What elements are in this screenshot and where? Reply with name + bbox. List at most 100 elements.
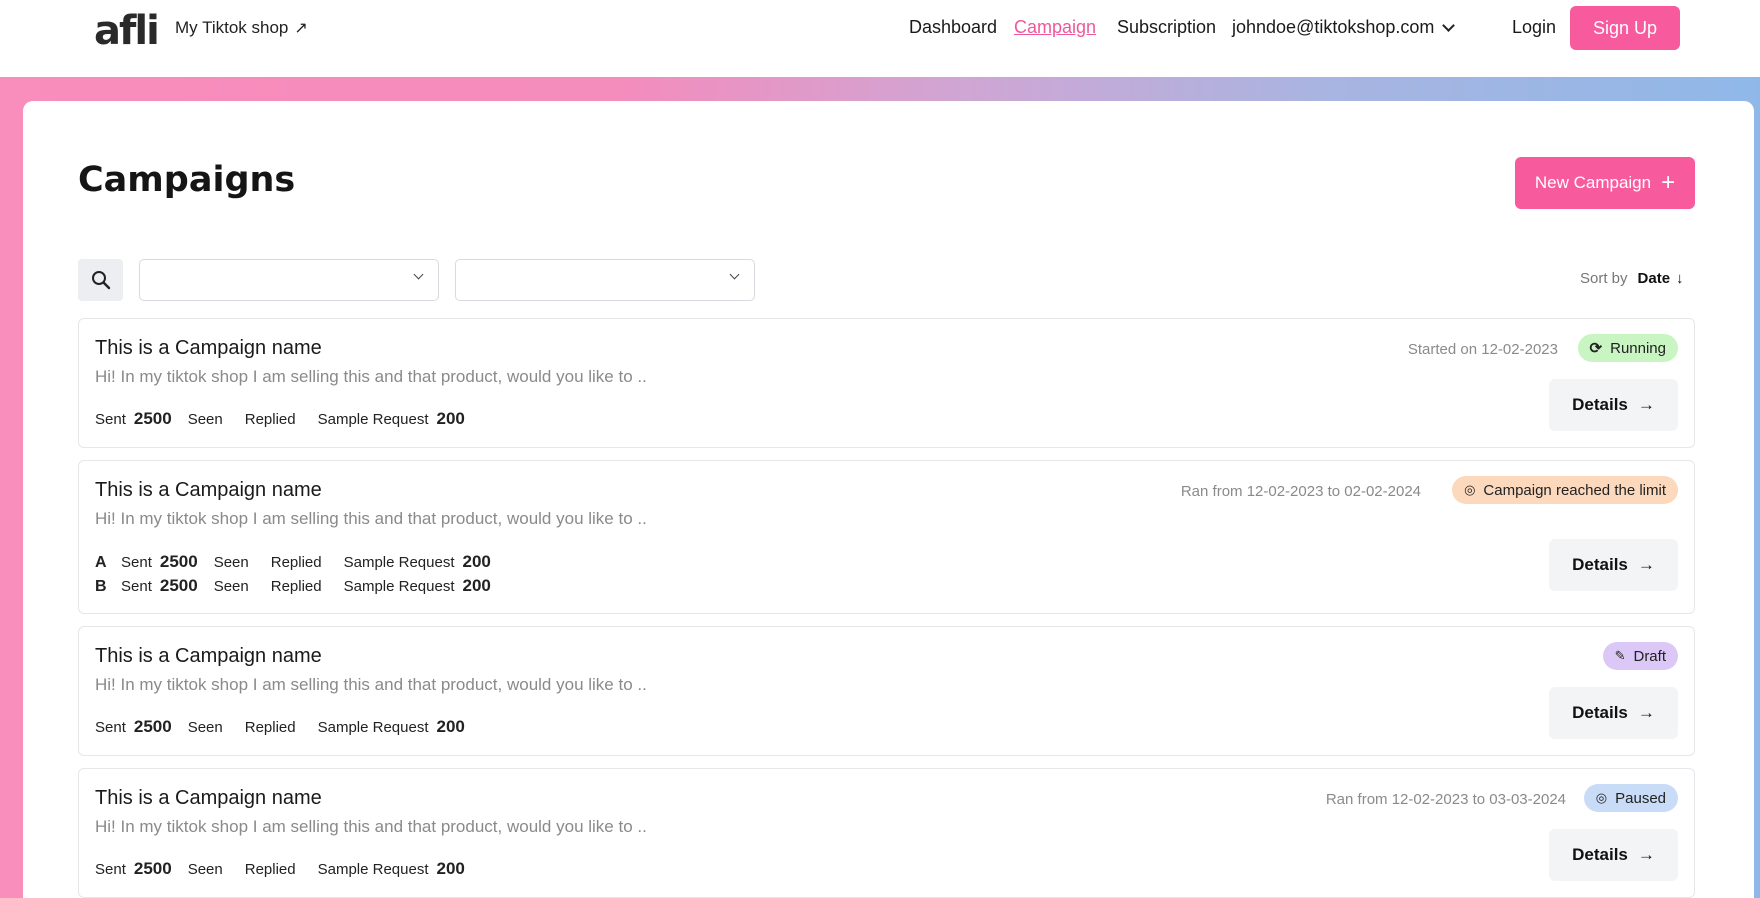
campaign-card: This is a Campaign name Hi! In my tiktok… bbox=[78, 460, 1695, 614]
page-title: Campaigns bbox=[78, 160, 296, 200]
shop-link-label: My Tiktok shop bbox=[175, 18, 289, 37]
variant-b-stats: B Sent 2500 Seen Replied Sample Request … bbox=[95, 576, 507, 596]
seen-label: Seen bbox=[213, 554, 249, 571]
login-link[interactable]: Login bbox=[1512, 17, 1556, 38]
campaign-card: This is a Campaign name Hi! In my tiktok… bbox=[78, 318, 1695, 448]
details-button[interactable]: Details → bbox=[1549, 829, 1678, 881]
sample-request-label: Sample Request bbox=[343, 578, 455, 595]
sample-request-value: 200 bbox=[462, 552, 491, 571]
replied-label: Replied bbox=[244, 411, 296, 428]
status-badge: ✎ Draft bbox=[1602, 642, 1678, 670]
status-label: Paused bbox=[1615, 789, 1666, 807]
sent-value: 2500 bbox=[159, 552, 198, 571]
seen-label: Seen bbox=[187, 719, 223, 736]
campaign-card: This is a Campaign name Hi! In my tiktok… bbox=[78, 626, 1695, 756]
details-button[interactable]: Details → bbox=[1549, 539, 1678, 591]
sample-request-label: Sample Request bbox=[317, 411, 429, 428]
details-button[interactable]: Details → bbox=[1549, 687, 1678, 739]
arrow-right-icon: → bbox=[1637, 703, 1655, 722]
chevron-down-icon bbox=[1442, 18, 1456, 32]
status-label: Running bbox=[1610, 339, 1666, 357]
afli-logo[interactable]: afli bbox=[94, 11, 160, 51]
account-email: johndoe@tiktokshop.com bbox=[1232, 17, 1435, 37]
pause-icon: ◎ bbox=[1595, 790, 1608, 805]
campaign-date: Ran from 12-02-2023 to 02-02-2024 bbox=[1180, 483, 1421, 500]
details-label: Details bbox=[1572, 703, 1628, 722]
stop-icon: ◎ bbox=[1464, 482, 1476, 497]
variant-label: B bbox=[95, 578, 107, 595]
details-label: Details bbox=[1572, 555, 1628, 574]
arrow-right-icon: → bbox=[1637, 845, 1655, 864]
filter-select-2[interactable] bbox=[455, 259, 755, 301]
sent-label: Sent bbox=[95, 411, 126, 428]
arrow-right-icon: → bbox=[1637, 395, 1655, 414]
status-badge: ◎ Paused bbox=[1583, 784, 1678, 812]
sort-value: Date bbox=[1637, 270, 1671, 287]
sent-value: 2500 bbox=[133, 717, 172, 736]
search-button[interactable] bbox=[78, 259, 123, 301]
campaign-date: Ran from 12-02-2023 to 03-03-2024 bbox=[1325, 791, 1566, 808]
sent-label: Sent bbox=[121, 554, 152, 571]
search-icon bbox=[91, 271, 110, 290]
seen-label: Seen bbox=[187, 861, 223, 878]
details-button[interactable]: Details → bbox=[1549, 379, 1678, 431]
campaign-name: This is a Campaign name bbox=[95, 479, 322, 501]
plus-icon: + bbox=[1661, 169, 1676, 196]
sample-request-label: Sample Request bbox=[343, 554, 455, 571]
campaign-name: This is a Campaign name bbox=[95, 337, 322, 359]
refresh-icon: ⟳ bbox=[1589, 340, 1603, 357]
variant-a-stats: A Sent 2500 Seen Replied Sample Request … bbox=[95, 552, 507, 572]
edit-icon: ✎ bbox=[1614, 648, 1626, 663]
sample-request-label: Sample Request bbox=[317, 719, 429, 736]
external-arrow-icon: ↗ bbox=[294, 20, 308, 37]
replied-label: Replied bbox=[270, 554, 322, 571]
campaign-stats: Sent 2500 Seen Replied Sample Request 20… bbox=[95, 409, 481, 429]
signup-button[interactable]: Sign Up bbox=[1570, 6, 1680, 50]
my-tiktok-shop-link[interactable]: My Tiktok shop ↗ bbox=[175, 18, 308, 38]
sample-request-value: 200 bbox=[436, 717, 465, 736]
nav-subscription[interactable]: Subscription bbox=[1117, 17, 1216, 38]
details-label: Details bbox=[1572, 395, 1628, 414]
sample-request-value: 200 bbox=[436, 859, 465, 878]
status-badge: ⟳ Running bbox=[1577, 334, 1678, 362]
sent-label: Sent bbox=[95, 861, 126, 878]
status-label: Campaign reached the limit bbox=[1483, 481, 1666, 499]
sort-label: Sort by bbox=[1580, 270, 1628, 287]
nav-dashboard[interactable]: Dashboard bbox=[909, 17, 997, 38]
new-campaign-button[interactable]: New Campaign + bbox=[1515, 157, 1695, 209]
campaign-description: Hi! In my tiktok shop I am selling this … bbox=[95, 675, 647, 694]
campaign-date: Started on 12-02-2023 bbox=[1407, 341, 1558, 358]
replied-label: Replied bbox=[270, 578, 322, 595]
filter-select-1[interactable] bbox=[139, 259, 439, 301]
seen-label: Seen bbox=[213, 578, 249, 595]
account-dropdown[interactable]: johndoe@tiktokshop.com bbox=[1232, 17, 1456, 38]
campaign-stats: Sent 2500 Seen Replied Sample Request 20… bbox=[95, 717, 481, 737]
seen-label: Seen bbox=[187, 411, 223, 428]
sample-request-value: 200 bbox=[462, 576, 491, 595]
campaign-name: This is a Campaign name bbox=[95, 787, 322, 809]
campaign-stats: Sent 2500 Seen Replied Sample Request 20… bbox=[95, 859, 481, 879]
new-campaign-label: New Campaign bbox=[1534, 173, 1652, 192]
campaign-description: Hi! In my tiktok shop I am selling this … bbox=[95, 367, 647, 386]
variant-label: A bbox=[95, 554, 107, 571]
arrow-down-icon: ↓ bbox=[1676, 270, 1684, 287]
sent-value: 2500 bbox=[133, 859, 172, 878]
sent-value: 2500 bbox=[133, 409, 172, 428]
campaign-description: Hi! In my tiktok shop I am selling this … bbox=[95, 817, 647, 836]
status-label: Draft bbox=[1633, 647, 1666, 665]
sample-request-value: 200 bbox=[436, 409, 465, 428]
top-navbar: afli My Tiktok shop ↗ Dashboard Campaign… bbox=[0, 0, 1760, 77]
details-label: Details bbox=[1572, 845, 1628, 864]
nav-campaign[interactable]: Campaign bbox=[1014, 17, 1096, 38]
sent-label: Sent bbox=[95, 719, 126, 736]
replied-label: Replied bbox=[244, 861, 296, 878]
campaign-card: This is a Campaign name Hi! In my tiktok… bbox=[78, 768, 1695, 898]
sent-value: 2500 bbox=[159, 576, 198, 595]
sort-control[interactable]: Sort by Date ↓ bbox=[1580, 270, 1684, 287]
sample-request-label: Sample Request bbox=[317, 861, 429, 878]
chevron-down-icon bbox=[729, 269, 740, 280]
status-badge: ◎ Campaign reached the limit bbox=[1452, 476, 1678, 504]
campaign-description: Hi! In my tiktok shop I am selling this … bbox=[95, 509, 647, 528]
arrow-right-icon: → bbox=[1637, 555, 1655, 574]
replied-label: Replied bbox=[244, 719, 296, 736]
